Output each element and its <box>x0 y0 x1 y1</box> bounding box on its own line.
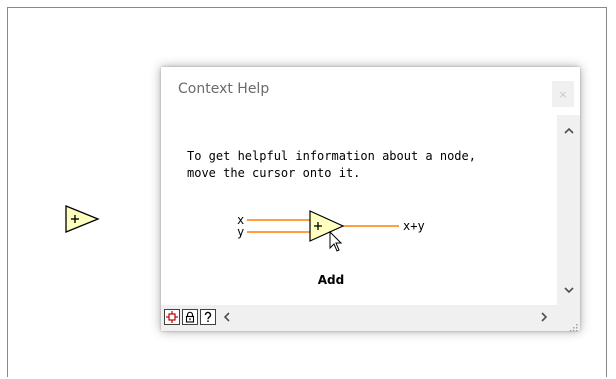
scroll-up-icon[interactable] <box>557 121 580 139</box>
scroll-right-icon[interactable] <box>537 309 551 325</box>
add-node-icon <box>309 210 345 242</box>
node-name: Add <box>317 273 345 287</box>
add-node-diagram: x y x+y <box>213 205 443 270</box>
scroll-down-icon[interactable] <box>557 281 580 299</box>
question-mark-icon[interactable] <box>200 309 216 325</box>
window-title: Context Help <box>178 81 270 97</box>
input-y-label: y <box>237 225 244 239</box>
context-help-window[interactable]: Context Help × To get helpful informatio… <box>161 67 580 332</box>
output-label: x+y <box>403 219 425 233</box>
close-icon: × <box>558 87 568 101</box>
resize-grip-icon[interactable] <box>568 319 578 332</box>
help-message-line: To get helpful information about a node, <box>187 149 476 163</box>
help-message-line: move the cursor onto it. <box>187 166 361 180</box>
block-diagram-icon[interactable] <box>164 309 180 325</box>
help-message: To get helpful information about a node,… <box>187 148 547 182</box>
scroll-left-icon[interactable] <box>219 309 233 325</box>
mouse-pointer-icon <box>329 230 343 252</box>
close-button[interactable]: × <box>552 81 574 107</box>
help-toolbar <box>161 305 580 332</box>
vertical-scrollbar[interactable] <box>557 115 580 305</box>
help-content: To get helpful information about a node,… <box>161 115 557 303</box>
lock-icon[interactable] <box>182 309 198 325</box>
add-node-icon[interactable] <box>64 204 104 234</box>
